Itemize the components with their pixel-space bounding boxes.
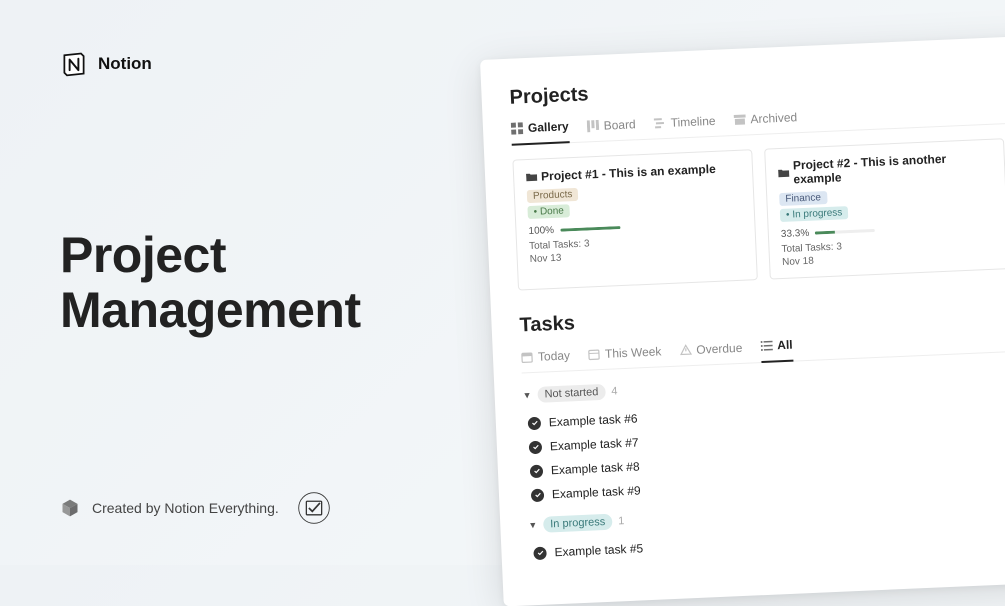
tab-all[interactable]: All: [760, 338, 793, 363]
group-name: Not started: [537, 384, 605, 403]
template-preview-panel: Projects Gallery Board Timeline Archived: [480, 32, 1005, 606]
brand-name: Notion: [98, 54, 152, 74]
check-circle-icon: [529, 440, 543, 454]
progress-bar: [560, 226, 620, 232]
project-title: Project #2 - This is another example: [793, 150, 993, 187]
overdue-icon: [679, 344, 692, 357]
task-group-not-started: ▼ Not started 4 Example task #6 Nov 18 P…: [522, 362, 1005, 507]
progress-label: 100%: [528, 225, 554, 237]
project-card[interactable]: Project #1 - This is an example Products…: [512, 149, 757, 290]
tab-label: All: [777, 338, 793, 353]
tab-label: Gallery: [528, 119, 569, 135]
toggle-icon: ▼: [522, 390, 531, 400]
footer: Created by Notion Everything.: [60, 491, 331, 525]
group-count: 1: [618, 515, 625, 527]
tab-board[interactable]: Board: [586, 116, 636, 141]
tab-this-week[interactable]: This Week: [588, 343, 662, 369]
tab-label: Timeline: [670, 113, 715, 129]
tab-archived[interactable]: Archived: [733, 109, 798, 135]
check-circle-icon: [528, 416, 542, 430]
toggle-icon: ▼: [528, 520, 537, 530]
group-name: In progress: [543, 514, 613, 533]
progress-bar: [815, 229, 875, 235]
status-pill: Done: [527, 204, 570, 219]
task-title: Example task #5: [554, 541, 643, 559]
status-pill: In progress: [780, 206, 849, 222]
page-title: Project Management: [60, 228, 460, 338]
brand: Notion: [60, 50, 460, 78]
task-title: Example task #6: [549, 411, 638, 429]
footer-text: Created by Notion Everything.: [92, 500, 279, 516]
project-card[interactable]: Project #2 - This is another example Fin…: [764, 138, 1005, 279]
tab-label: This Week: [605, 344, 662, 360]
group-count: 4: [611, 385, 618, 397]
task-title: Example task #7: [550, 435, 639, 453]
progress-label: 33.3%: [781, 228, 810, 240]
tab-label: Overdue: [696, 340, 743, 356]
category-pill: Finance: [779, 191, 827, 206]
tab-timeline[interactable]: Timeline: [653, 113, 716, 139]
tab-label: Today: [538, 348, 571, 363]
tab-overdue[interactable]: Overdue: [679, 340, 743, 366]
category-pill: Products: [527, 188, 579, 203]
notion-logo-icon: [60, 50, 88, 78]
board-icon: [586, 119, 599, 132]
check-circle-icon: [533, 546, 547, 560]
gallery-icon: [511, 122, 524, 135]
folder-icon: [526, 171, 537, 182]
task-title: Example task #8: [551, 459, 640, 477]
cube-icon: [60, 498, 80, 518]
calendar-week-icon: [588, 348, 601, 361]
check-circle-icon: [531, 488, 545, 502]
folder-icon: [778, 167, 789, 178]
calendar-icon: [521, 350, 534, 363]
hero-line-1: Project: [60, 227, 226, 283]
tab-today[interactable]: Today: [521, 347, 571, 372]
task-title: Example task #9: [552, 483, 641, 501]
certified-badge-icon: [297, 491, 331, 525]
timeline-icon: [653, 116, 666, 129]
project-cards: Project #1 - This is an example Products…: [512, 134, 1005, 290]
archived-icon: [733, 113, 746, 126]
project-title: Project #1 - This is an example: [541, 162, 716, 184]
check-circle-icon: [530, 464, 544, 478]
tab-label: Board: [603, 117, 636, 132]
tab-gallery[interactable]: Gallery: [511, 119, 570, 145]
tab-label: Archived: [750, 110, 797, 126]
tasks-heading: Tasks: [519, 289, 1005, 337]
hero-line-2: Management: [60, 282, 361, 338]
list-icon: [760, 340, 773, 353]
